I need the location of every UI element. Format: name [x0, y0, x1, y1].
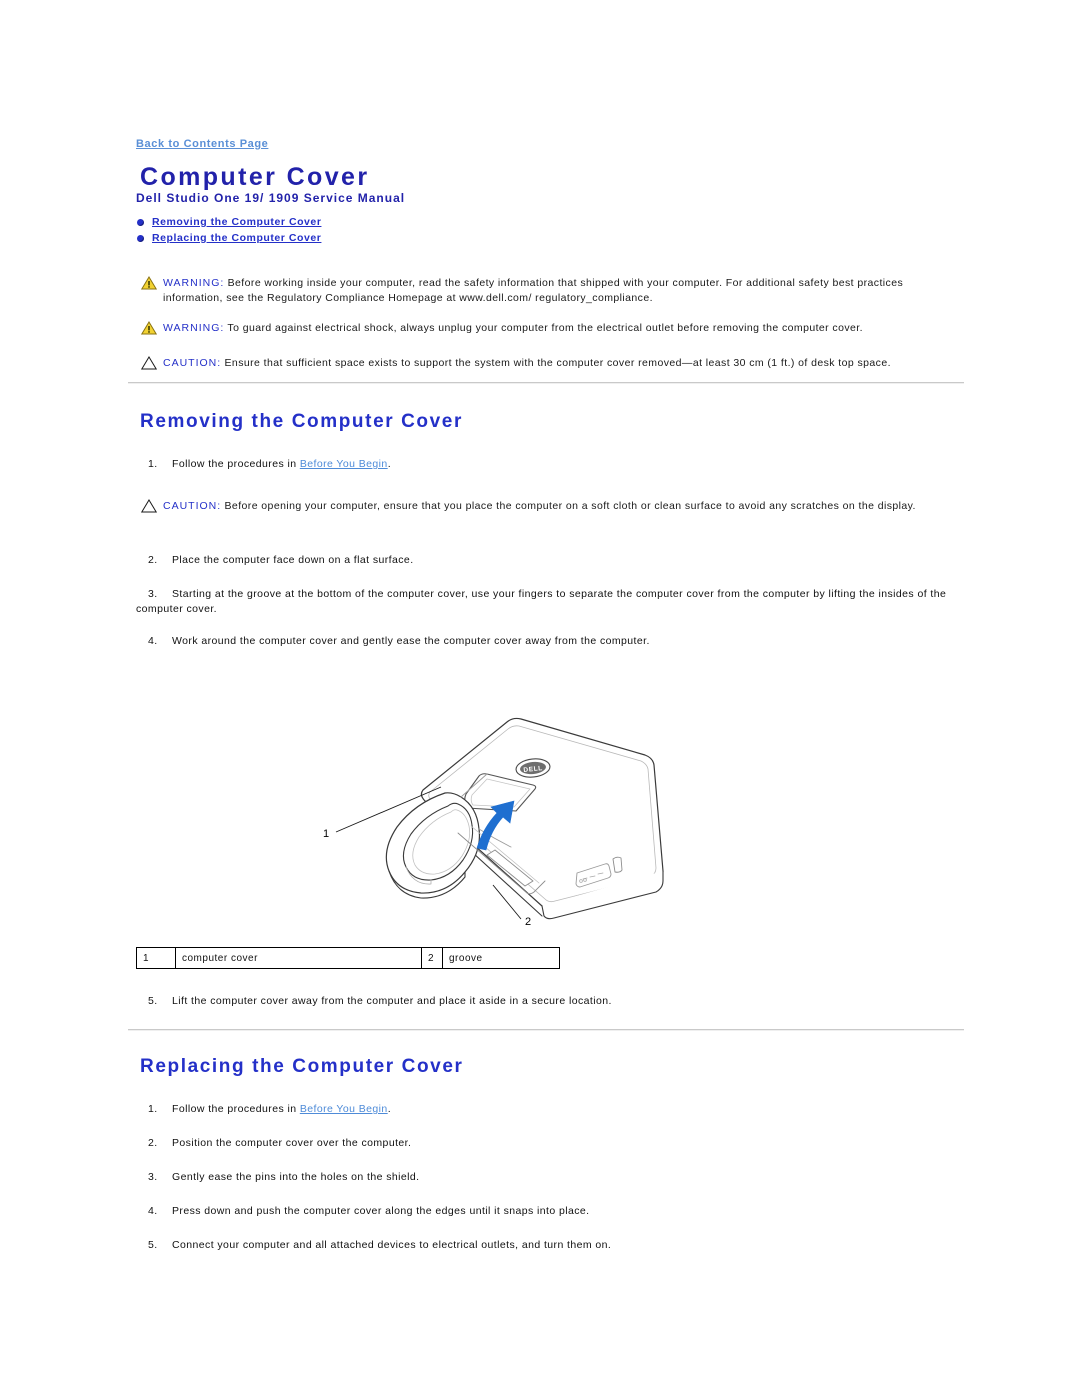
toc-link-removing[interactable]: Removing the Computer Cover — [152, 216, 321, 228]
page-title: Computer Cover — [140, 163, 370, 191]
step-text-post: . — [387, 1103, 392, 1115]
list-item: 2. Place the computer face down on a fla… — [136, 553, 964, 568]
step-number: 3. — [148, 1171, 158, 1183]
step-text: Follow the procedures in Before You Begi… — [136, 1103, 391, 1115]
legend-label-2: groove — [442, 947, 560, 969]
step-text-pre: Follow the procedures in — [172, 458, 300, 470]
page-subtitle: Dell Studio One 19/ 1909 Service Manual — [136, 191, 406, 205]
admonition-text: Before opening your computer, ensure tha… — [221, 500, 916, 512]
list-item: 5. Lift the computer cover away from the… — [136, 994, 964, 1009]
warning-admonition-1: WARNING: Before working inside your comp… — [136, 276, 964, 306]
step-number: 4. — [148, 1205, 158, 1217]
caution-admonition-1: CAUTION: Ensure that sufficient space ex… — [136, 356, 964, 371]
warning-triangle-icon — [140, 276, 158, 290]
divider — [128, 1029, 964, 1031]
admonition-keyword: CAUTION: — [163, 500, 222, 512]
table-row: 1 computer cover 2 groove — [136, 947, 560, 969]
toc-link-replacing[interactable]: Replacing the Computer Cover — [152, 232, 321, 244]
admonition-body: WARNING: To guard against electrical sho… — [136, 321, 964, 336]
bullet-dot-icon — [137, 235, 144, 242]
step-text: Gently ease the pins into the holes on t… — [172, 1171, 420, 1183]
table-of-contents: Removing the Computer Cover Replacing th… — [136, 216, 536, 248]
legend-number-2: 2 — [421, 947, 443, 969]
list-item: 4. Press down and push the computer cove… — [136, 1204, 964, 1219]
step-text: Connect your computer and all attached d… — [172, 1239, 612, 1251]
admonition-keyword: WARNING: — [163, 322, 225, 334]
section-heading-removing: Removing the Computer Cover — [140, 411, 463, 432]
bullet-dot-icon — [137, 219, 144, 226]
step-text: Lift the computer cover away from the co… — [172, 995, 612, 1007]
step-number: 5. — [148, 1239, 158, 1251]
legend-label-1: computer cover — [175, 947, 422, 969]
admonition-text: Ensure that sufficient space exists to s… — [221, 357, 891, 369]
admonition-body: CAUTION: Ensure that sufficient space ex… — [136, 356, 964, 371]
step-text: Work around the computer cover and gentl… — [172, 635, 650, 647]
step-number: 1. — [148, 1103, 158, 1115]
step-number: 5. — [148, 995, 158, 1007]
legend-number-1: 1 — [136, 947, 176, 969]
admonition-text: To guard against electrical shock, alway… — [224, 322, 863, 334]
list-item: 5. Connect your computer and all attache… — [136, 1238, 964, 1253]
list-item[interactable]: Replacing the Computer Cover — [136, 232, 536, 248]
caution-admonition-2: CAUTION: Before opening your computer, e… — [136, 499, 964, 514]
figure-legend-table: 1 computer cover 2 groove — [136, 947, 560, 969]
admonition-keyword: WARNING: — [163, 277, 225, 289]
step-number: 1. — [148, 458, 158, 470]
list-item: 1. Follow the procedures in Before You B… — [136, 457, 964, 472]
divider — [128, 382, 964, 384]
computer-cover-removal-illustration: DELL 1 2 — [311, 695, 711, 945]
step-text-post: . — [387, 458, 392, 470]
list-item: 1. Follow the procedures in Before You B… — [136, 1102, 964, 1117]
list-item: 3. Gently ease the pins into the holes o… — [136, 1170, 964, 1185]
before-you-begin-link[interactable]: Before You Begin — [300, 1103, 388, 1115]
admonition-text: Before working inside your computer, rea… — [163, 277, 904, 304]
list-item: 3. Starting at the groove at the bottom … — [136, 587, 964, 617]
callout-number-1: 1 — [323, 828, 329, 840]
admonition-keyword: CAUTION: — [163, 357, 222, 369]
step-text-pre: Follow the procedures in — [172, 1103, 300, 1115]
before-you-begin-link[interactable]: Before You Begin — [300, 458, 388, 470]
list-item: 4. Work around the computer cover and ge… — [136, 634, 964, 649]
admonition-body: WARNING: Before working inside your comp… — [136, 276, 964, 306]
step-number: 3. — [148, 588, 158, 600]
list-item[interactable]: Removing the Computer Cover — [136, 216, 536, 232]
caution-triangle-icon — [140, 499, 158, 513]
warning-admonition-2: WARNING: To guard against electrical sho… — [136, 321, 964, 336]
list-item: 2. Position the computer cover over the … — [136, 1136, 964, 1151]
service-manual-page: Back to Contents Page Computer Cover Del… — [0, 0, 1080, 1397]
step-number: 4. — [148, 635, 158, 647]
warning-triangle-icon — [140, 321, 158, 335]
step-number: 2. — [148, 1137, 158, 1149]
callout-number-2: 2 — [525, 916, 531, 928]
step-text: Follow the procedures in Before You Begi… — [136, 458, 391, 470]
section-heading-replacing: Replacing the Computer Cover — [140, 1056, 464, 1077]
caution-triangle-icon — [140, 356, 158, 370]
step-text: Position the computer cover over the com… — [172, 1137, 412, 1149]
back-to-contents-link[interactable]: Back to Contents Page — [136, 138, 268, 150]
step-number: 2. — [148, 554, 158, 566]
step-text: Starting at the groove at the bottom of … — [136, 588, 947, 615]
step-text: Press down and push the computer cover a… — [172, 1205, 590, 1217]
step-text: Place the computer face down on a flat s… — [172, 554, 414, 566]
admonition-body: CAUTION: Before opening your computer, e… — [136, 499, 964, 514]
